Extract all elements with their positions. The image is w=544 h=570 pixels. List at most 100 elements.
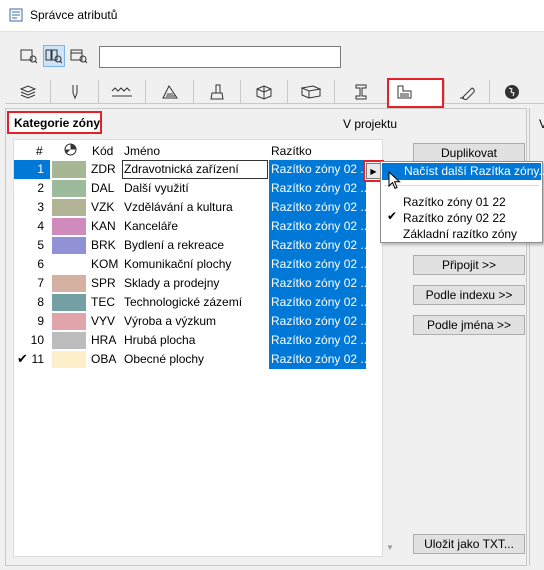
row-name[interactable]: Zdravotnická zařízení [124,162,239,176]
row-name: Sklady a prodejny [124,276,220,290]
row-stamp[interactable]: Razítko zóny 02 ... [271,352,370,366]
row-name: Komunikační plochy [124,257,232,271]
table-row[interactable]: 10 HRA Hrubá plocha Razítko zóny 02 ... [14,331,382,350]
mep-icon [460,87,475,100]
row-code: BRK [91,238,116,252]
color-swatch[interactable] [52,256,86,273]
color-swatch[interactable] [52,313,86,330]
row-number: 10 [30,333,44,347]
row-code: HRA [91,333,117,347]
row-stamp[interactable]: Razítko zóny 02 ... [271,238,370,252]
tab-line-types[interactable] [98,80,145,104]
col-code-header[interactable]: Kód [92,144,113,158]
color-swatch[interactable] [52,294,86,311]
triangle-right-icon: ▶ [370,166,377,176]
table-row[interactable]: 7 SPR Sklady a prodejny Razítko zóny 02 ... [14,274,382,293]
attribute-tab-strip [5,80,544,104]
color-swatch[interactable] [52,351,86,368]
search-input[interactable] [99,46,341,68]
menu-item-stamp-01[interactable]: Razítko zóny 01 22 [403,195,506,209]
tab-mep[interactable] [444,80,489,104]
row-name: Hrubá plocha [124,333,196,347]
col-num-header[interactable]: # [36,144,43,158]
table-row[interactable]: 5 BRK Bydlení a rekreace Razítko zóny 02 ..… [14,236,382,255]
row-stamp[interactable]: Razítko zóny 02 ... [271,257,370,271]
row-stamp[interactable]: Razítko zóny 02 ... [271,162,370,176]
row-code: DAL [91,181,115,195]
col-color-header[interactable] [64,143,77,159]
table-row[interactable]: 4 KAN Kanceláře Razítko zóny 02 ... [14,217,382,236]
stamp-menu-button[interactable]: ▶ [366,163,381,179]
row-number: 8 [37,295,44,309]
row-stamp[interactable]: Razítko zóny 02 ... [271,200,370,214]
save-txt-button[interactable]: Uložit jako TXT... [413,534,525,554]
zone-category-table[interactable]: # Kód Jméno Razítko 1 ZDR Zdravotnická zař… [13,139,383,557]
tab-profiles[interactable] [334,80,386,104]
duplicate-button[interactable]: Duplikovat [413,143,525,163]
table-row[interactable]: 1 ZDR Zdravotnická zařízení Razítko zóny 02… [14,160,382,179]
row-stamp[interactable]: Razítko zóny 02 ... [271,333,370,347]
table-row[interactable]: 6 KOM Komunikační plochy Razítko zóny 02 ..… [14,255,382,274]
tab-fills[interactable] [145,80,193,104]
category-label: Kategorie zóny [14,116,101,130]
row-code: SPR [91,276,116,290]
zone-category-icon [397,85,412,99]
row-name: Vzdělávání a kultura [124,200,233,214]
row-stamp[interactable]: Razítko zóny 02 ... [271,219,370,233]
menu-item-basic-stamp[interactable]: Základní razítko zóny [403,227,517,241]
tab-building-materials[interactable] [240,80,287,104]
table-row[interactable]: 9 VYV Výroba a výzkum Razítko zóny 02 ... [14,312,382,331]
globe-icon [505,85,519,99]
row-stamp[interactable]: Razítko zóny 02 ... [271,181,370,195]
right-panel-label: V [539,117,544,131]
tab-zone-categories[interactable] [387,78,444,108]
row-stamp[interactable]: Razítko zóny 02 ... [271,295,370,309]
view-detail-button[interactable] [68,45,90,67]
by-index-button[interactable]: Podle indexu >> [413,285,525,305]
row-code: VYV [91,314,116,328]
color-swatch[interactable] [52,180,86,197]
tab-layers[interactable] [5,80,50,104]
checkmark-icon: ✔ [387,209,398,223]
col-name-header[interactable]: Jméno [124,144,160,158]
tab-composites[interactable] [287,80,334,104]
profile-icon [355,84,366,100]
row-number: 4 [37,219,44,233]
row-number: 5 [37,238,44,252]
menu-item-stamp-02[interactable]: Razítko zóny 02 22 [403,211,506,225]
row-number: 9 [37,314,44,328]
layers-icon [19,85,36,99]
tab-markup[interactable] [489,80,534,104]
by-name-button[interactable]: Podle jména >> [413,315,525,335]
in-project-label: V projektu [343,117,398,131]
color-swatch[interactable] [52,275,86,292]
pen-icon [72,85,77,100]
scroll-down-arrow[interactable]: ▼ [386,543,394,552]
menu-item-load-more[interactable]: Načíst další Razítka zóny... [382,163,544,180]
table-row[interactable]: ✔ 11 OBA Obecné plochy Razítko zóny 02 ... [14,350,382,369]
row-name: Obecné plochy [124,352,205,366]
attach-button[interactable]: Připojit >> [413,255,525,275]
table-row[interactable]: 3 VZK Vzdělávání a kultura Razítko zóny 02 … [14,198,382,217]
tab-pens[interactable] [50,80,98,104]
color-swatch[interactable] [52,332,86,349]
row-stamp[interactable]: Razítko zóny 02 ... [271,276,370,290]
color-swatch[interactable] [52,218,86,235]
row-name: Další využití [124,181,189,195]
col-stamp-header[interactable]: Razítko [271,144,312,158]
surface-icon [210,84,224,100]
fill-icon [161,85,178,99]
row-code: KAN [91,219,116,233]
view-grid-button[interactable] [43,45,65,67]
color-swatch[interactable] [52,237,86,254]
color-swatch[interactable] [52,199,86,216]
row-number: 7 [37,276,44,290]
tab-surfaces[interactable] [193,80,240,104]
table-row[interactable]: 2 DAL Další využití Razítko zóny 02 ... [14,179,382,198]
table-header: # Kód Jméno Razítko [14,140,382,160]
row-stamp[interactable]: Razítko zóny 02 ... [271,314,370,328]
view-list-button[interactable] [18,45,40,67]
row-code: ZDR [91,162,116,176]
table-row[interactable]: 8 TEC Technologické zázemí Razítko zóny 02 … [14,293,382,312]
color-swatch[interactable] [52,161,86,178]
